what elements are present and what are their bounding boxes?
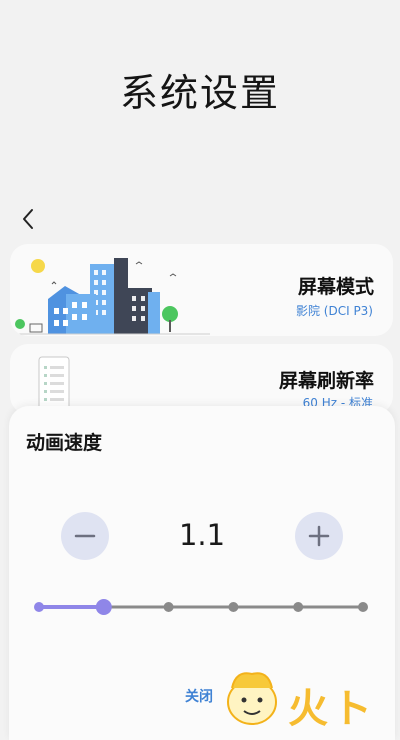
- slider-thumb: [95, 599, 112, 615]
- decrease-button[interactable]: [61, 512, 109, 560]
- refresh-rate-card[interactable]: 屏幕刷新率 60 Hz - 标准: [10, 344, 393, 414]
- speed-value: 1.1: [178, 518, 226, 552]
- chevron-left-icon: [23, 209, 33, 229]
- screen-mode-card[interactable]: 屏幕模式 影院 (DCI P3): [10, 244, 393, 336]
- slider-step-dot: [34, 602, 44, 612]
- speed-slider[interactable]: [31, 596, 371, 618]
- city-illustration: [10, 258, 210, 335]
- minus-icon: [74, 534, 96, 538]
- watermark-logo-icon: [227, 672, 277, 725]
- screen-mode-title: 屏幕模式: [297, 276, 374, 298]
- slider-step-dot: [293, 602, 304, 612]
- back-button[interactable]: [14, 204, 42, 234]
- refresh-rate-title: 屏幕刷新率: [278, 370, 374, 392]
- close-button[interactable]: 关闭: [185, 686, 213, 706]
- slider-step-dot: [228, 602, 239, 612]
- sun-icon: [31, 259, 45, 273]
- increase-button[interactable]: [295, 512, 343, 560]
- plus-icon: [308, 525, 330, 547]
- page-title: 系统设置: [119, 71, 280, 115]
- screen-mode-value: 影院 (DCI P3): [295, 304, 373, 318]
- slider-step-dot: [358, 602, 368, 612]
- watermark-text: 火ト: [288, 686, 376, 732]
- sheet-title: 动画速度: [26, 432, 103, 454]
- slider-step-dot: [163, 602, 174, 612]
